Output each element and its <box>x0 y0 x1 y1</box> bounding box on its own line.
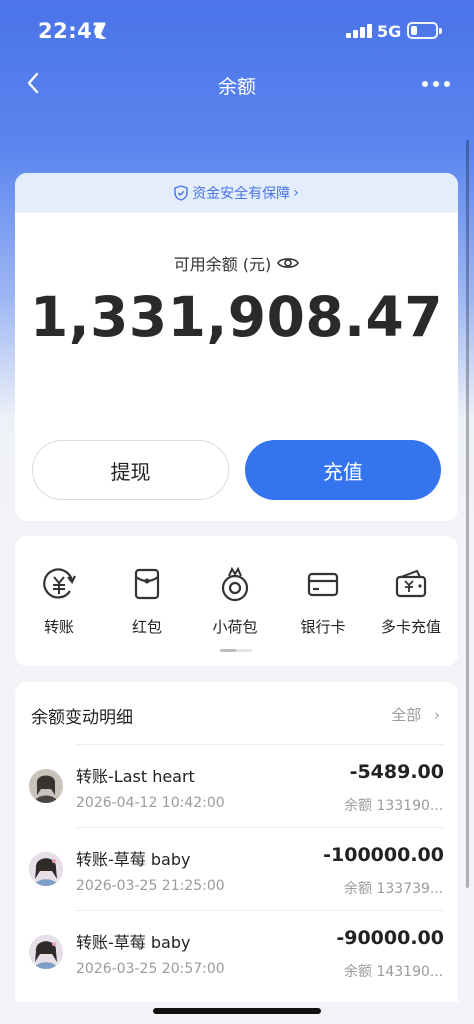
nav-bar: 余额 <box>0 60 474 108</box>
scrollbar[interactable] <box>466 140 469 888</box>
transaction-name: 转账-草莓 baby <box>76 850 191 869</box>
shortcut-label: 银行卡 <box>300 618 346 636</box>
more-button[interactable] <box>422 72 452 96</box>
shortcut-label: 小荷包 <box>212 618 258 636</box>
status-time: 22:47 <box>38 19 108 43</box>
transaction-amount: -5489.00 <box>349 761 444 783</box>
home-indicator[interactable] <box>153 1008 321 1014</box>
chevron-right-icon: › <box>434 706 440 724</box>
view-all-label: 全部 <box>391 706 422 724</box>
row-divider <box>75 827 444 828</box>
eye-icon[interactable] <box>277 256 300 270</box>
transaction-date: 2026-03-25 20:57:00 <box>76 961 225 977</box>
shortcut-bank-card[interactable]: 银行卡 <box>279 566 367 637</box>
security-text: 资金安全有保障 <box>192 186 291 202</box>
shortcut-label: 红包 <box>131 618 162 636</box>
chevron-right-icon: › <box>293 185 299 201</box>
shortcut-purse[interactable]: 小荷包 <box>191 566 279 637</box>
transaction-row[interactable]: 转账-草莓 baby 2026-03-25 21:25:00 -100000.0… <box>15 827 458 910</box>
transaction-date: 2026-03-25 21:25:00 <box>76 878 225 894</box>
security-banner[interactable]: 资金安全有保障 › <box>15 173 458 213</box>
transaction-row[interactable]: 转账-Last heart 2026-04-12 10:42:00 -5489.… <box>15 744 458 827</box>
transaction-list: 余额变动明细 全部 › 转账-Last heart 2026-04-12 10:… <box>15 682 458 1002</box>
transaction-balance: 余额 133190... <box>344 798 444 814</box>
transaction-name: 转账-Last heart <box>76 767 195 786</box>
transaction-row[interactable]: 转账-草莓 baby 2026-03-25 20:57:00 -90000.00… <box>15 910 458 993</box>
shortcut-red-packet[interactable]: 红包 <box>103 566 191 637</box>
avatar <box>29 852 63 886</box>
shortcut-label: 多卡充值 <box>380 618 441 636</box>
avatar <box>29 935 63 969</box>
purse-icon <box>221 566 249 602</box>
transaction-balance: 余额 133739... <box>344 881 444 897</box>
shortcut-page-indicator <box>220 649 252 652</box>
balance-label-row: 可用余额 (元) <box>15 251 458 275</box>
avatar <box>29 769 63 803</box>
bank-card-icon <box>307 572 339 597</box>
withdraw-button[interactable]: 提现 <box>32 440 229 500</box>
transaction-amount: -100000.00 <box>323 844 444 866</box>
row-divider <box>75 910 444 911</box>
transaction-date: 2026-04-12 10:42:00 <box>76 795 225 811</box>
shortcut-panel: 转账 红包 小荷包 银行卡 多卡充值 <box>15 536 458 666</box>
row-divider <box>75 744 444 745</box>
transaction-name: 转账-草莓 baby <box>76 933 191 952</box>
transaction-balance: 余额 143190... <box>344 964 444 980</box>
transaction-amount: -90000.00 <box>336 927 444 949</box>
signal-icon <box>346 24 372 38</box>
network-type: 5G <box>377 22 402 41</box>
battery-icon <box>407 22 442 39</box>
balance-label: 可用余额 (元) <box>173 255 272 274</box>
multi-card-recharge-icon <box>395 569 427 598</box>
recharge-button[interactable]: 充值 <box>245 440 441 500</box>
transaction-title: 余额变动明细 <box>31 708 133 728</box>
shortcut-label: 转账 <box>43 618 74 636</box>
transaction-header: 余额变动明细 全部 › <box>15 682 458 744</box>
shortcut-multi-card-recharge[interactable]: 多卡充值 <box>367 566 455 637</box>
red-packet-icon <box>134 568 160 600</box>
shortcut-transfer[interactable]: 转账 <box>15 566 103 637</box>
transfer-icon <box>43 568 76 599</box>
status-bar: 22:47 5G <box>0 0 474 60</box>
page-title: 余额 <box>217 76 256 98</box>
view-all-link[interactable]: 全部 › <box>391 704 440 725</box>
balance-card: 资金安全有保障 › 可用余额 (元) 1,331,908.47 提现 充值 <box>15 173 458 521</box>
shield-icon <box>174 185 188 201</box>
balance-amount: 1,331,908.47 <box>29 285 444 349</box>
